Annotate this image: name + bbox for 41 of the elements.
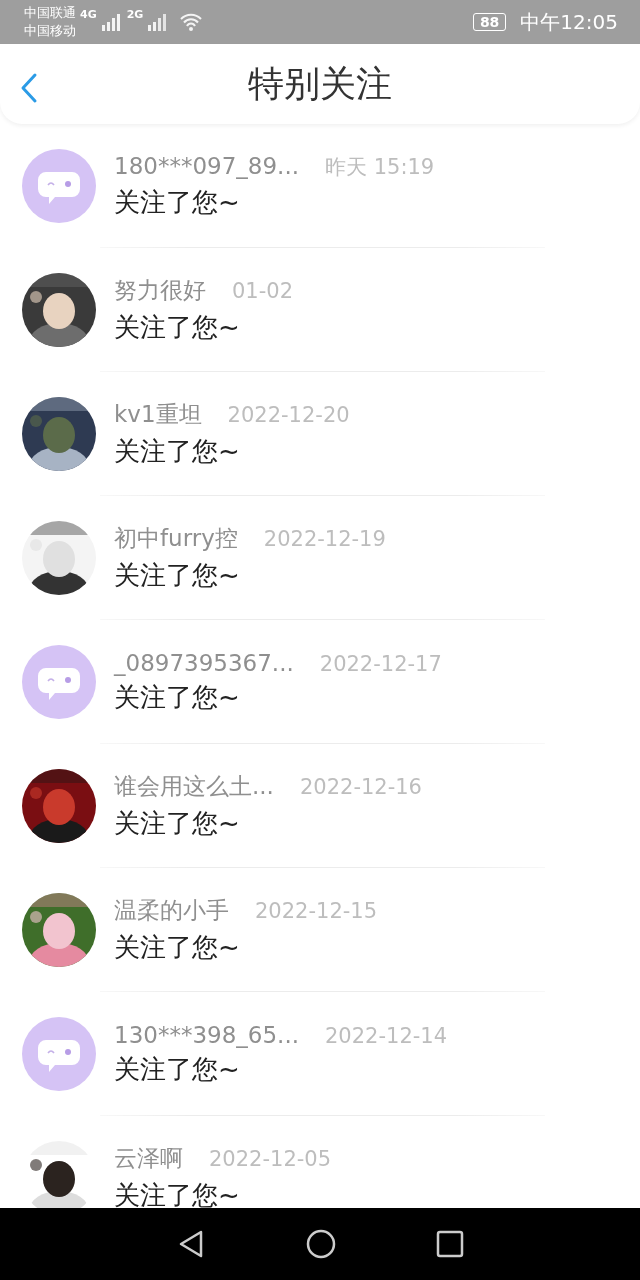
chat-bubble-avatar-icon — [22, 149, 96, 223]
timestamp: 2022-12-19 — [263, 527, 386, 551]
notification-message: 关注了您~ — [114, 1179, 241, 1208]
timestamp: 2022-12-15 — [255, 899, 378, 923]
network-type: 4G — [80, 8, 97, 21]
clock: 中午12:05 — [520, 8, 618, 36]
user-name[interactable]: 云泽啊 — [114, 1143, 183, 1174]
user-name[interactable]: kv1重坦 — [114, 399, 202, 430]
user-name[interactable]: 谁会用这么土... — [114, 771, 274, 802]
carrier-name: 中国联通 — [24, 4, 76, 22]
chat-bubble-avatar-icon — [22, 645, 96, 719]
notification-message: 关注了您~ — [114, 311, 241, 344]
network-type: 2G — [126, 8, 144, 21]
notification-message: 关注了您~ — [114, 931, 241, 964]
user-name[interactable]: 130***398_65... — [114, 1021, 299, 1048]
timestamp: 2022-12-05 — [209, 1147, 332, 1171]
wifi-icon — [179, 12, 204, 32]
notification-message: 关注了您~ — [114, 807, 241, 840]
signal-icon — [100, 13, 123, 31]
user-name[interactable]: 温柔的小手 — [114, 895, 229, 926]
timestamp: 昨天 15:19 — [325, 153, 435, 181]
user-name[interactable]: 180***097_89... — [114, 152, 299, 179]
timestamp: 2022-12-20 — [227, 403, 350, 427]
notification-message: 关注了您~ — [114, 680, 241, 714]
user-name[interactable]: _0897395367... — [114, 649, 294, 676]
timestamp: 2022-12-17 — [319, 651, 442, 676]
timestamp: 2022-12-16 — [299, 775, 422, 799]
battery-level: 88 — [472, 13, 507, 31]
notification-message: 关注了您~ — [114, 1052, 241, 1086]
timestamp: 2022-12-14 — [325, 1023, 448, 1048]
user-name[interactable]: 努力很好 — [114, 275, 206, 306]
notification-message: 关注了您~ — [114, 559, 241, 592]
timestamp: 01-02 — [232, 279, 294, 303]
carrier-name: 中国移动 — [24, 22, 76, 40]
notification-message: 关注了您~ — [114, 435, 241, 468]
page-title: 特别关注 — [248, 61, 392, 106]
user-name[interactable]: 初中furry控 — [114, 523, 238, 554]
notification-message: 关注了您~ — [114, 185, 241, 219]
recents-nav-icon[interactable] — [436, 1230, 464, 1258]
chat-bubble-avatar-icon — [22, 1017, 96, 1091]
home-nav-icon[interactable] — [306, 1229, 336, 1259]
